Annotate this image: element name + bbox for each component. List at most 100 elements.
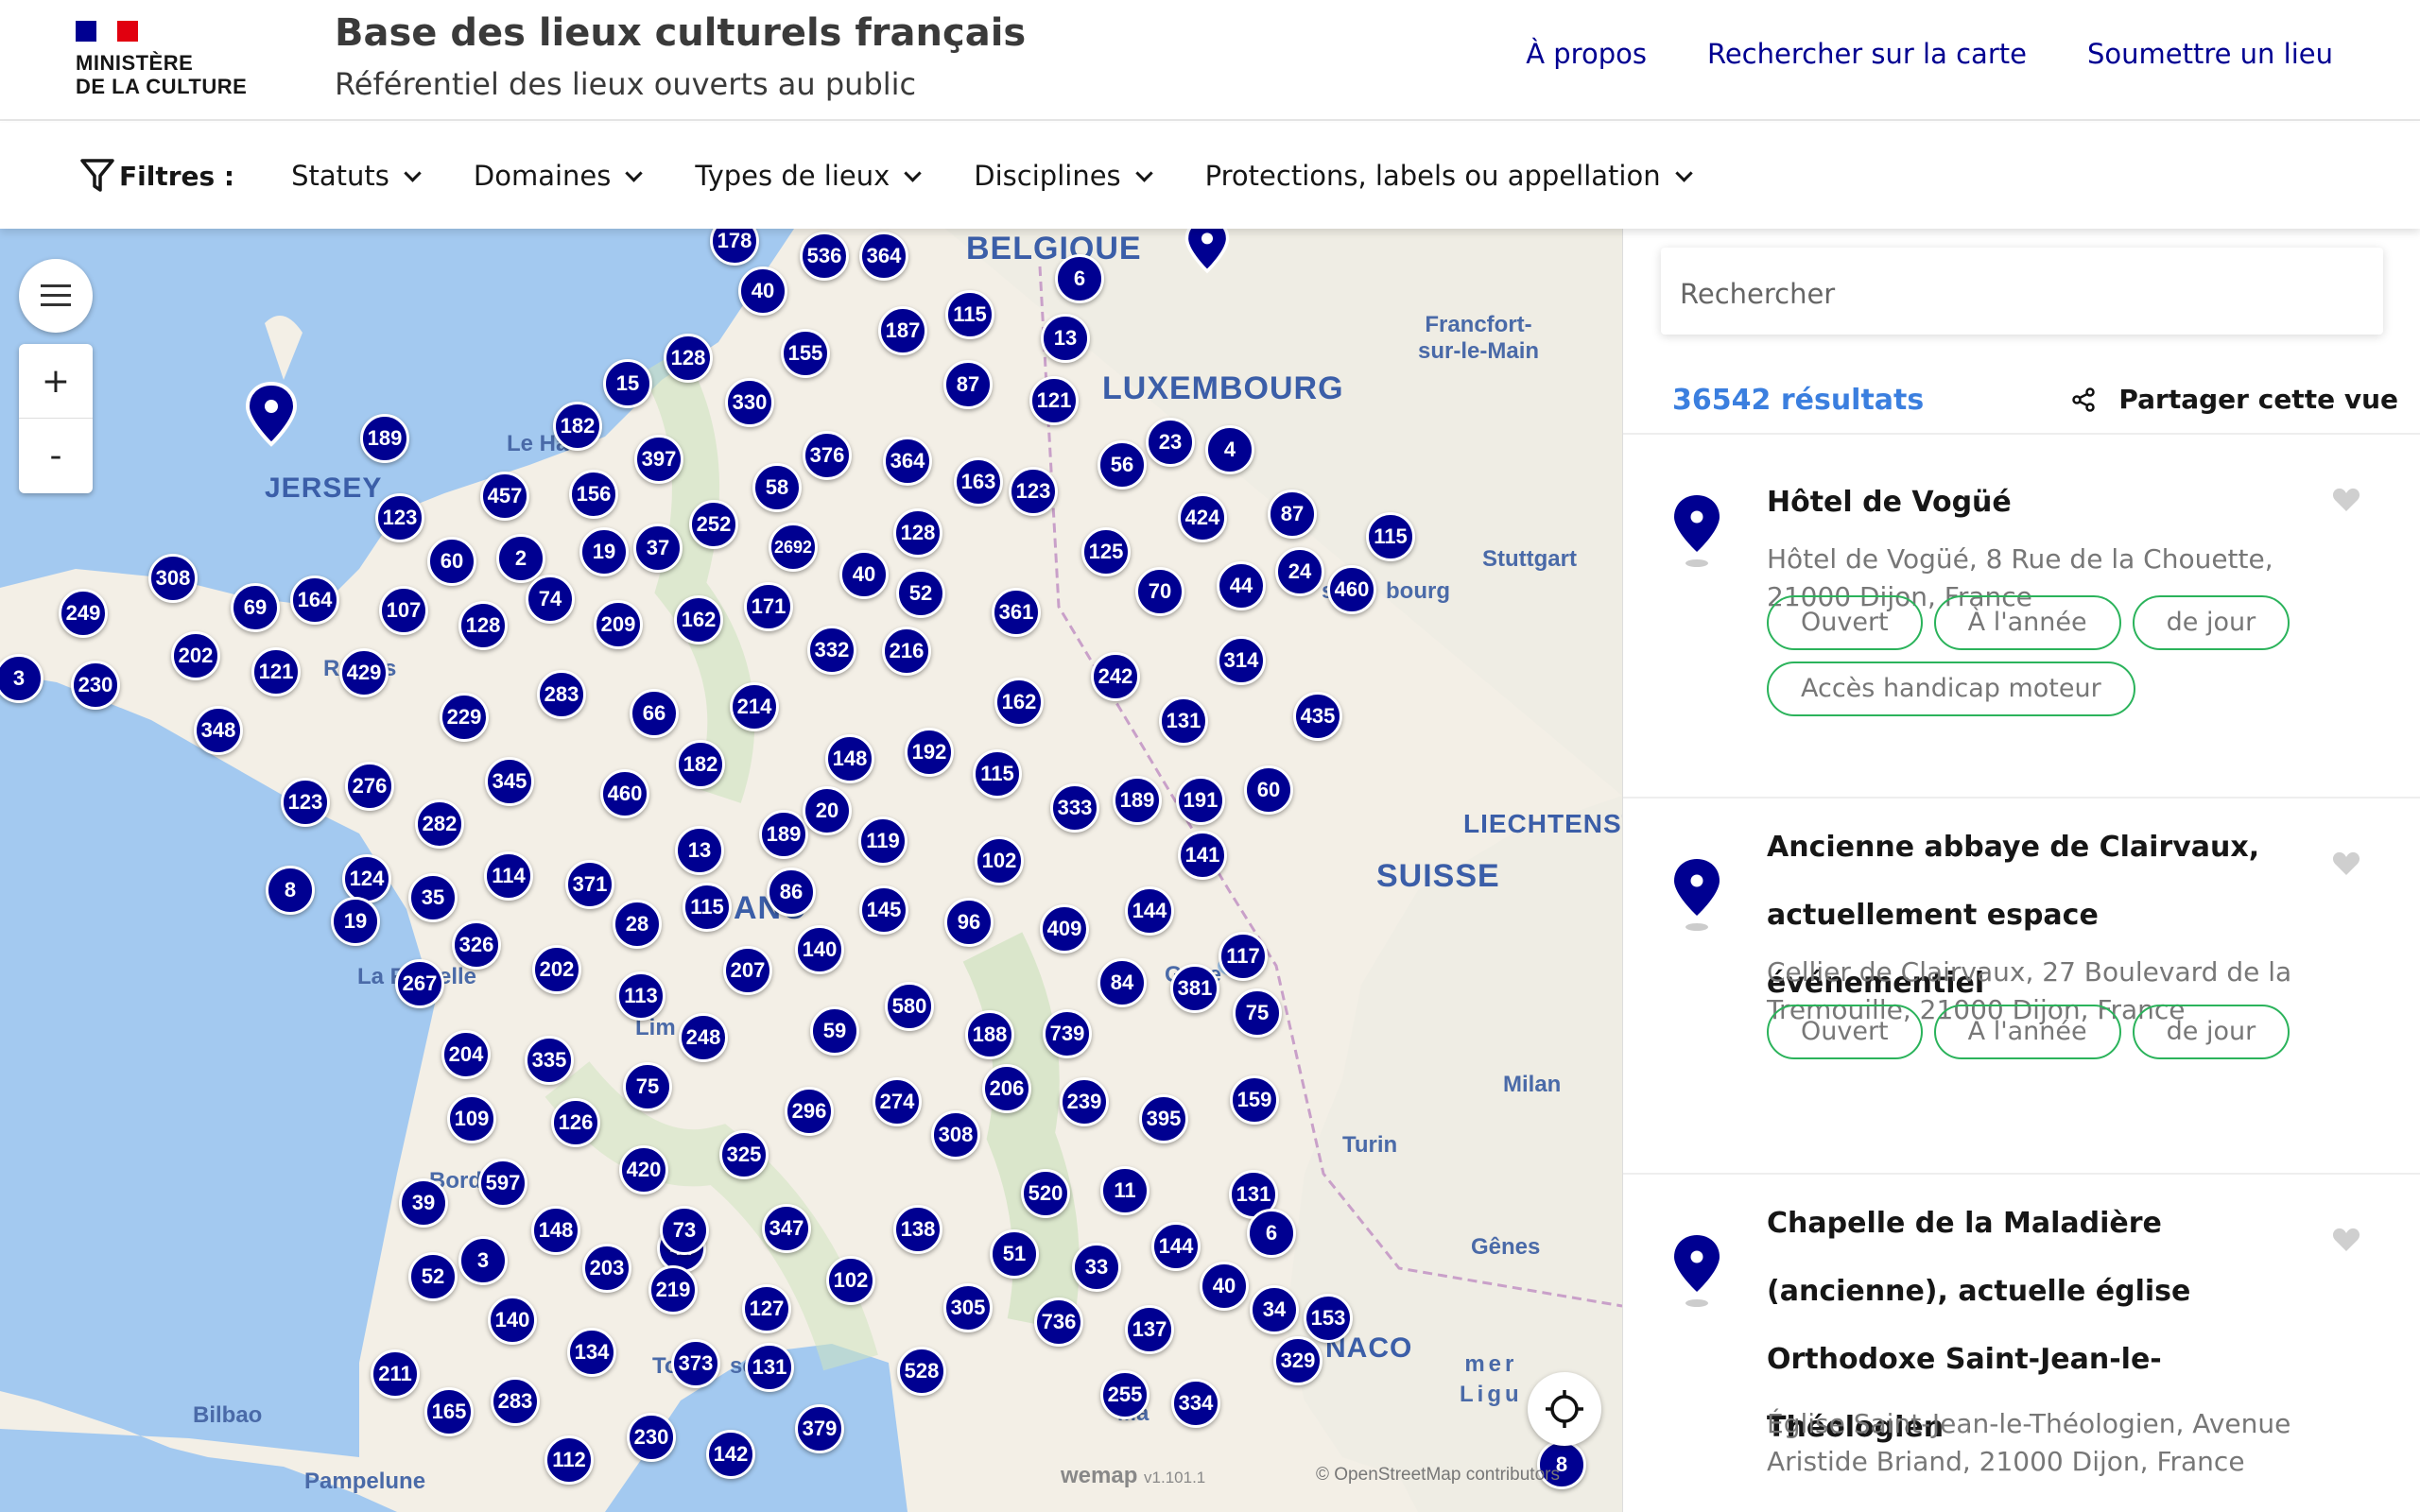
- map-cluster[interactable]: 144: [1151, 1222, 1201, 1271]
- map-cluster[interactable]: 96: [944, 898, 994, 947]
- filter-disciplines[interactable]: Disciplines: [974, 160, 1153, 192]
- map-cluster[interactable]: 314: [1217, 636, 1266, 685]
- map-cluster[interactable]: 51: [990, 1229, 1039, 1279]
- map-cluster[interactable]: 112: [544, 1435, 594, 1485]
- map-cluster[interactable]: 330: [725, 378, 774, 427]
- map-cluster[interactable]: 397: [634, 435, 683, 484]
- map-cluster[interactable]: 347: [762, 1204, 811, 1253]
- map-cluster[interactable]: 69: [231, 583, 280, 632]
- map-cluster[interactable]: 159: [1230, 1075, 1279, 1125]
- map-cluster[interactable]: 52: [896, 569, 945, 618]
- map-cluster[interactable]: 39: [399, 1178, 448, 1228]
- nav-search-map[interactable]: Rechercher sur la carte: [1707, 38, 2027, 70]
- map-cluster[interactable]: 376: [803, 431, 852, 480]
- nav-submit-place[interactable]: Soumettre un lieu: [2087, 38, 2333, 70]
- map-cluster[interactable]: 109: [447, 1094, 496, 1143]
- map-cluster[interactable]: 34: [1250, 1285, 1299, 1334]
- map-cluster[interactable]: 211: [371, 1349, 420, 1399]
- map-cluster[interactable]: 40: [1200, 1262, 1249, 1311]
- result-card[interactable]: Ancienne abbaye de Clairvaux, actuelleme…: [1623, 799, 2420, 1175]
- map-cluster[interactable]: 202: [171, 631, 220, 680]
- map-cluster[interactable]: 115: [1366, 512, 1415, 561]
- map-cluster[interactable]: 87: [1268, 490, 1317, 539]
- map-cluster[interactable]: 326: [452, 920, 501, 970]
- map-cluster[interactable]: 191: [1176, 776, 1225, 825]
- map-attribution[interactable]: © OpenStreetMap contributors: [1316, 1465, 1560, 1486]
- nav-about[interactable]: À propos: [1526, 38, 1647, 70]
- map-cluster[interactable]: 230: [627, 1413, 676, 1462]
- map-cluster[interactable]: 6: [1055, 254, 1104, 303]
- map-cluster[interactable]: 189: [360, 414, 409, 463]
- map-cluster[interactable]: 13: [675, 826, 724, 875]
- map-cluster[interactable]: 206: [982, 1064, 1031, 1113]
- map-cluster[interactable]: 371: [565, 860, 614, 909]
- map-cluster[interactable]: 117: [1219, 932, 1268, 981]
- map-cluster[interactable]: 164: [290, 576, 339, 625]
- map-cluster[interactable]: 114: [484, 851, 533, 901]
- map-cluster[interactable]: 4: [1205, 425, 1254, 474]
- map-cluster[interactable]: 60: [427, 537, 476, 586]
- map-cluster[interactable]: 435: [1293, 692, 1342, 741]
- map-cluster[interactable]: 123: [375, 493, 424, 542]
- map-cluster[interactable]: 283: [491, 1377, 540, 1426]
- map-cluster[interactable]: 202: [532, 945, 581, 994]
- map-cluster[interactable]: 127: [742, 1284, 791, 1333]
- map-cluster[interactable]: 141: [1178, 831, 1227, 880]
- map-cluster[interactable]: 148: [825, 734, 874, 783]
- map-cluster[interactable]: 124: [342, 854, 391, 903]
- map-cluster[interactable]: 115: [945, 290, 994, 339]
- map-cluster[interactable]: 123: [281, 778, 330, 827]
- map-cluster[interactable]: 216: [882, 627, 931, 676]
- map-cluster[interactable]: 19: [579, 527, 629, 576]
- map-cluster[interactable]: 528: [897, 1347, 946, 1396]
- share-view-button[interactable]: Partager cette vue: [2071, 384, 2398, 415]
- map-cluster[interactable]: 332: [807, 626, 856, 675]
- map-cluster[interactable]: 11: [1100, 1166, 1150, 1215]
- map-cluster[interactable]: 87: [943, 360, 993, 409]
- map-cluster[interactable]: 84: [1098, 958, 1147, 1007]
- filter-domaines[interactable]: Domaines: [474, 160, 644, 192]
- map-cluster[interactable]: 125: [1081, 527, 1131, 576]
- map-cluster[interactable]: 229: [440, 693, 489, 742]
- map-cluster[interactable]: 66: [630, 689, 679, 738]
- map-cluster[interactable]: 189: [759, 810, 808, 859]
- map-cluster[interactable]: 70: [1135, 567, 1184, 616]
- map-cluster[interactable]: 58: [752, 463, 802, 512]
- map-cluster[interactable]: 188: [965, 1010, 1014, 1059]
- map-cluster[interactable]: 102: [826, 1256, 875, 1305]
- map-cluster[interactable]: 361: [992, 588, 1041, 637]
- map-cluster[interactable]: 148: [531, 1206, 580, 1255]
- map-cluster[interactable]: 123: [1009, 467, 1058, 516]
- map-cluster[interactable]: 239: [1060, 1077, 1109, 1126]
- map-cluster[interactable]: 230: [71, 661, 120, 710]
- map-cluster[interactable]: 156: [569, 470, 618, 519]
- map-cluster[interactable]: 20: [803, 786, 852, 835]
- map-cluster[interactable]: 3: [458, 1236, 508, 1285]
- map-cluster[interactable]: 56: [1098, 440, 1147, 490]
- map-cluster[interactable]: 736: [1034, 1297, 1083, 1347]
- map-cluster[interactable]: 75: [1233, 988, 1282, 1038]
- zoom-out-button[interactable]: -: [19, 419, 93, 493]
- map-cluster[interactable]: 203: [582, 1244, 631, 1293]
- map-cluster[interactable]: 8: [266, 866, 315, 915]
- map-cluster[interactable]: 40: [738, 266, 787, 316]
- map-cluster[interactable]: 24: [1275, 547, 1324, 596]
- map-menu-button[interactable]: [19, 259, 93, 333]
- map-cluster[interactable]: 165: [424, 1387, 474, 1436]
- map-cluster[interactable]: 329: [1273, 1336, 1322, 1385]
- map-cluster[interactable]: 155: [781, 329, 830, 378]
- map-cluster[interactable]: 128: [458, 601, 508, 650]
- map-cluster[interactable]: 267: [395, 959, 444, 1008]
- map-cluster[interactable]: 420: [619, 1145, 668, 1194]
- map-cluster[interactable]: 364: [859, 232, 908, 281]
- map-cluster[interactable]: 305: [943, 1283, 993, 1332]
- map-cluster[interactable]: 2: [496, 534, 545, 583]
- map-cluster[interactable]: 308: [148, 554, 198, 603]
- map-cluster[interactable]: 44: [1217, 561, 1266, 610]
- map-cluster[interactable]: 457: [480, 472, 529, 521]
- map-cluster[interactable]: 131: [1159, 696, 1208, 746]
- map-cluster[interactable]: 140: [488, 1296, 537, 1345]
- filter-protections[interactable]: Protections, labels ou appellation: [1205, 160, 1693, 192]
- map-cluster[interactable]: 128: [664, 334, 713, 383]
- map-cluster[interactable]: 252: [689, 500, 738, 549]
